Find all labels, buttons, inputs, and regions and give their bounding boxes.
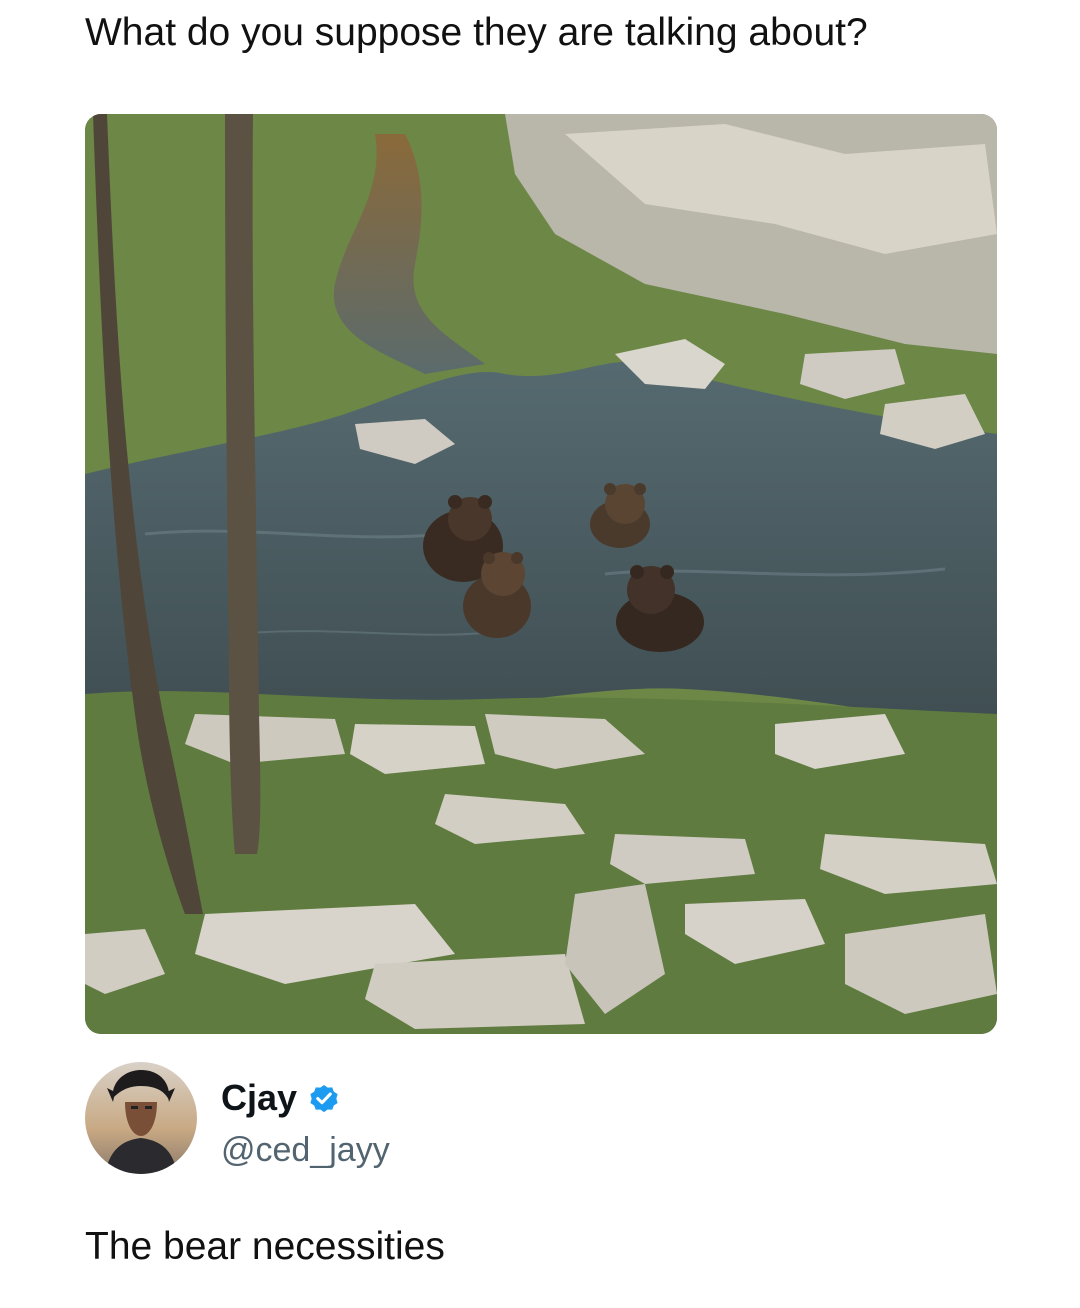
author-display-name[interactable]: Cjay: [221, 1076, 297, 1120]
reply-text: The bear necessities: [85, 1225, 445, 1268]
post-photo[interactable]: [85, 114, 997, 1034]
verified-badge-icon: [310, 1084, 338, 1113]
anime-character-avatar-icon[interactable]: [85, 1062, 197, 1174]
author-handle[interactable]: @ced_jayy: [221, 1128, 390, 1172]
bears-in-pond-image: [85, 114, 997, 1034]
post-text: What do you suppose they are talking abo…: [85, 11, 868, 54]
reply-author[interactable]: Cjay @ced_jayy: [85, 1062, 785, 1186]
